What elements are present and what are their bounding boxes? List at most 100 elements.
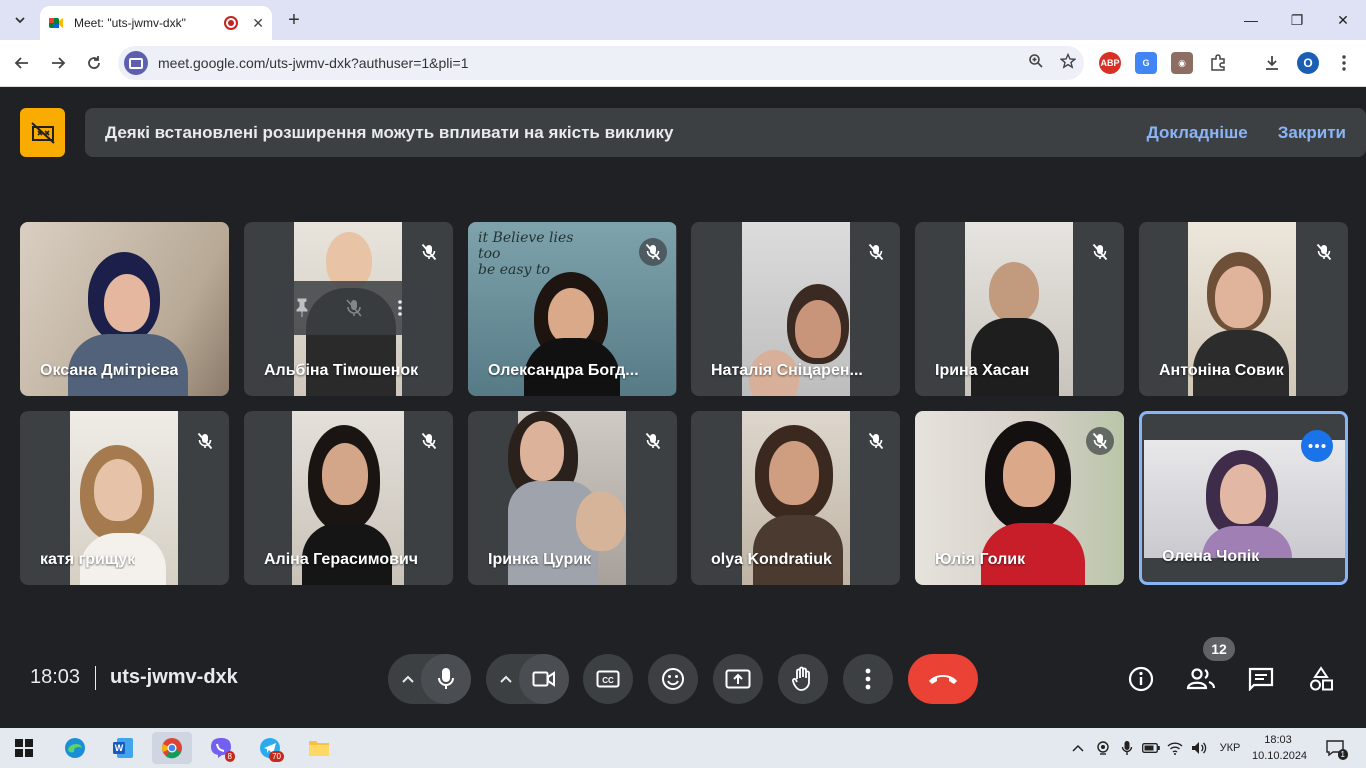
close-banner-button[interactable]: Закрити — [1278, 123, 1346, 143]
mute-participant-icon[interactable] — [345, 298, 363, 318]
participant-tile[interactable]: Ірина Хасан — [915, 222, 1124, 396]
participant-name: Іринка Цурик — [488, 551, 592, 568]
muted-mic-icon — [1086, 427, 1114, 455]
microphone-button[interactable] — [421, 654, 471, 704]
adblock-extension-icon[interactable]: ABP — [1099, 52, 1121, 74]
download-icon[interactable] — [1261, 52, 1283, 74]
forward-button[interactable] — [45, 50, 71, 76]
participant-name: Аліна Герасимович — [264, 551, 419, 568]
taskbar-viber[interactable]: 8 — [201, 732, 241, 764]
address-bar[interactable]: meet.google.com/uts-jwmv-dxk?authuser=1&… — [118, 46, 1084, 80]
pin-icon[interactable] — [294, 298, 310, 318]
arrow-left-icon — [14, 57, 28, 69]
participant-name: Олександра Богд... — [488, 362, 639, 379]
zoom-icon[interactable] — [1020, 53, 1052, 73]
muted-mic-icon — [639, 238, 667, 266]
participant-name: Олена Чопік — [1162, 548, 1260, 565]
profile-avatar[interactable]: O — [1297, 52, 1319, 74]
google-meet-icon — [49, 18, 63, 28]
volume-icon[interactable] — [1189, 728, 1209, 768]
viber-badge: 8 — [224, 751, 235, 762]
participant-name: Антоніна Совик — [1159, 362, 1284, 379]
muted-mic-icon — [862, 427, 890, 455]
participant-name: olya Kondratiuk — [711, 551, 832, 568]
microphone-tray-icon[interactable] — [1117, 728, 1137, 768]
translate-extension-icon[interactable]: G — [1135, 52, 1157, 74]
info-icon — [1128, 666, 1154, 692]
taskbar-word[interactable]: W — [103, 732, 143, 764]
participant-name: Ірина Хасан — [935, 362, 1030, 379]
leave-call-button[interactable] — [908, 654, 978, 704]
captions-button[interactable]: CC — [583, 654, 633, 704]
activities-button[interactable] — [1298, 656, 1344, 702]
tab-search-button[interactable] — [8, 8, 32, 32]
minimize-button[interactable]: — — [1228, 0, 1274, 40]
chevron-up-icon — [500, 675, 512, 683]
video-off-warning-icon — [20, 108, 65, 157]
taskbar-telegram[interactable]: 70 — [250, 732, 290, 764]
tab-close-button[interactable]: ✕ — [252, 15, 264, 32]
browser-toolbar: meet.google.com/uts-jwmv-dxk?authuser=1&… — [0, 40, 1366, 87]
present-screen-icon — [725, 669, 751, 689]
wifi-icon[interactable] — [1165, 728, 1185, 768]
taskbar-chrome[interactable] — [152, 732, 192, 764]
more-options-icon[interactable] — [1301, 430, 1333, 462]
participant-tile[interactable]: Іринка Цурик — [468, 411, 677, 585]
more-options-icon[interactable] — [397, 300, 402, 316]
start-button[interactable] — [4, 732, 44, 764]
show-hidden-icons-button[interactable] — [1068, 728, 1088, 768]
present-screen-button[interactable] — [713, 654, 763, 704]
reload-button[interactable] — [81, 50, 107, 76]
meeting-code: uts-jwmv-dxk — [110, 666, 238, 688]
svg-text:W: W — [115, 743, 124, 753]
participant-tile[interactable]: Антоніна Совик — [1139, 222, 1348, 396]
muted-mic-icon — [862, 238, 890, 266]
camera-button[interactable] — [519, 654, 569, 704]
extensions-puzzle-icon[interactable] — [1207, 52, 1229, 74]
camera-tray-icon[interactable] — [1093, 728, 1113, 768]
taskbar-file-explorer[interactable] — [299, 732, 339, 764]
participant-tile[interactable]: Юлія Голик — [915, 411, 1124, 585]
more-options-button[interactable] — [843, 654, 893, 704]
restore-button[interactable]: ❐ — [1274, 0, 1320, 40]
notifications-button[interactable]: 1 — [1318, 728, 1352, 768]
browser-tab-meet[interactable]: Meet: "uts-jwmv-dxk" ✕ — [40, 6, 272, 40]
emoji-icon — [662, 668, 684, 690]
clock-date: 10.10.2024 — [1252, 750, 1308, 762]
participant-tile[interactable]: Аліна Герасимович — [244, 411, 453, 585]
browser-menu-icon[interactable] — [1333, 52, 1355, 74]
site-info-icon[interactable] — [124, 51, 148, 75]
window-close-button[interactable]: ✕ — [1320, 0, 1366, 40]
people-button[interactable] — [1178, 656, 1224, 702]
taskbar-clock[interactable]: 18:03 10.10.2024 — [1252, 732, 1308, 764]
participant-name: Оксана Дмітрієва — [40, 362, 179, 379]
reload-icon — [88, 56, 100, 69]
tile-hover-controls — [265, 281, 431, 335]
taskbar-edge[interactable] — [55, 732, 95, 764]
language-indicator[interactable]: УКР — [1214, 728, 1246, 768]
browser-tab-strip: Meet: "uts-jwmv-dxk" ✕ + — ❐ ✕ — [0, 0, 1366, 40]
chat-button[interactable] — [1238, 656, 1284, 702]
recording-icon — [224, 16, 239, 30]
owl-extension-icon[interactable]: ◉ — [1171, 52, 1193, 74]
reactions-button[interactable] — [648, 654, 698, 704]
participant-tile[interactable]: катя грищук — [20, 411, 229, 585]
participant-tile[interactable]: Оксана Дмітрієва — [20, 222, 229, 396]
participant-tile[interactable]: Альбіна Тімошенок — [244, 222, 453, 396]
raise-hand-button[interactable] — [778, 654, 828, 704]
chevron-up-icon — [402, 675, 414, 683]
meeting-info-button[interactable] — [1118, 656, 1164, 702]
participant-tile-self[interactable]: Олена Чопік — [1139, 411, 1348, 585]
activities-shapes-icon — [1310, 666, 1333, 691]
participant-name: катя грищук — [40, 551, 136, 568]
participant-tile[interactable]: it Believe lies too be easy to Олександра… — [468, 222, 677, 396]
url-text[interactable]: meet.google.com/uts-jwmv-dxk?authuser=1&… — [158, 55, 1020, 71]
learn-more-link[interactable]: Докладніше — [1147, 123, 1248, 143]
participant-tile[interactable]: olya Kondratiuk — [691, 411, 900, 585]
new-tab-button[interactable]: + — [282, 8, 306, 32]
muted-mic-icon — [639, 427, 667, 455]
back-button[interactable] — [9, 50, 35, 76]
bookmark-star-icon[interactable] — [1052, 52, 1084, 73]
battery-icon[interactable] — [1141, 728, 1161, 768]
participant-tile[interactable]: Наталія Сніцарен... — [691, 222, 900, 396]
